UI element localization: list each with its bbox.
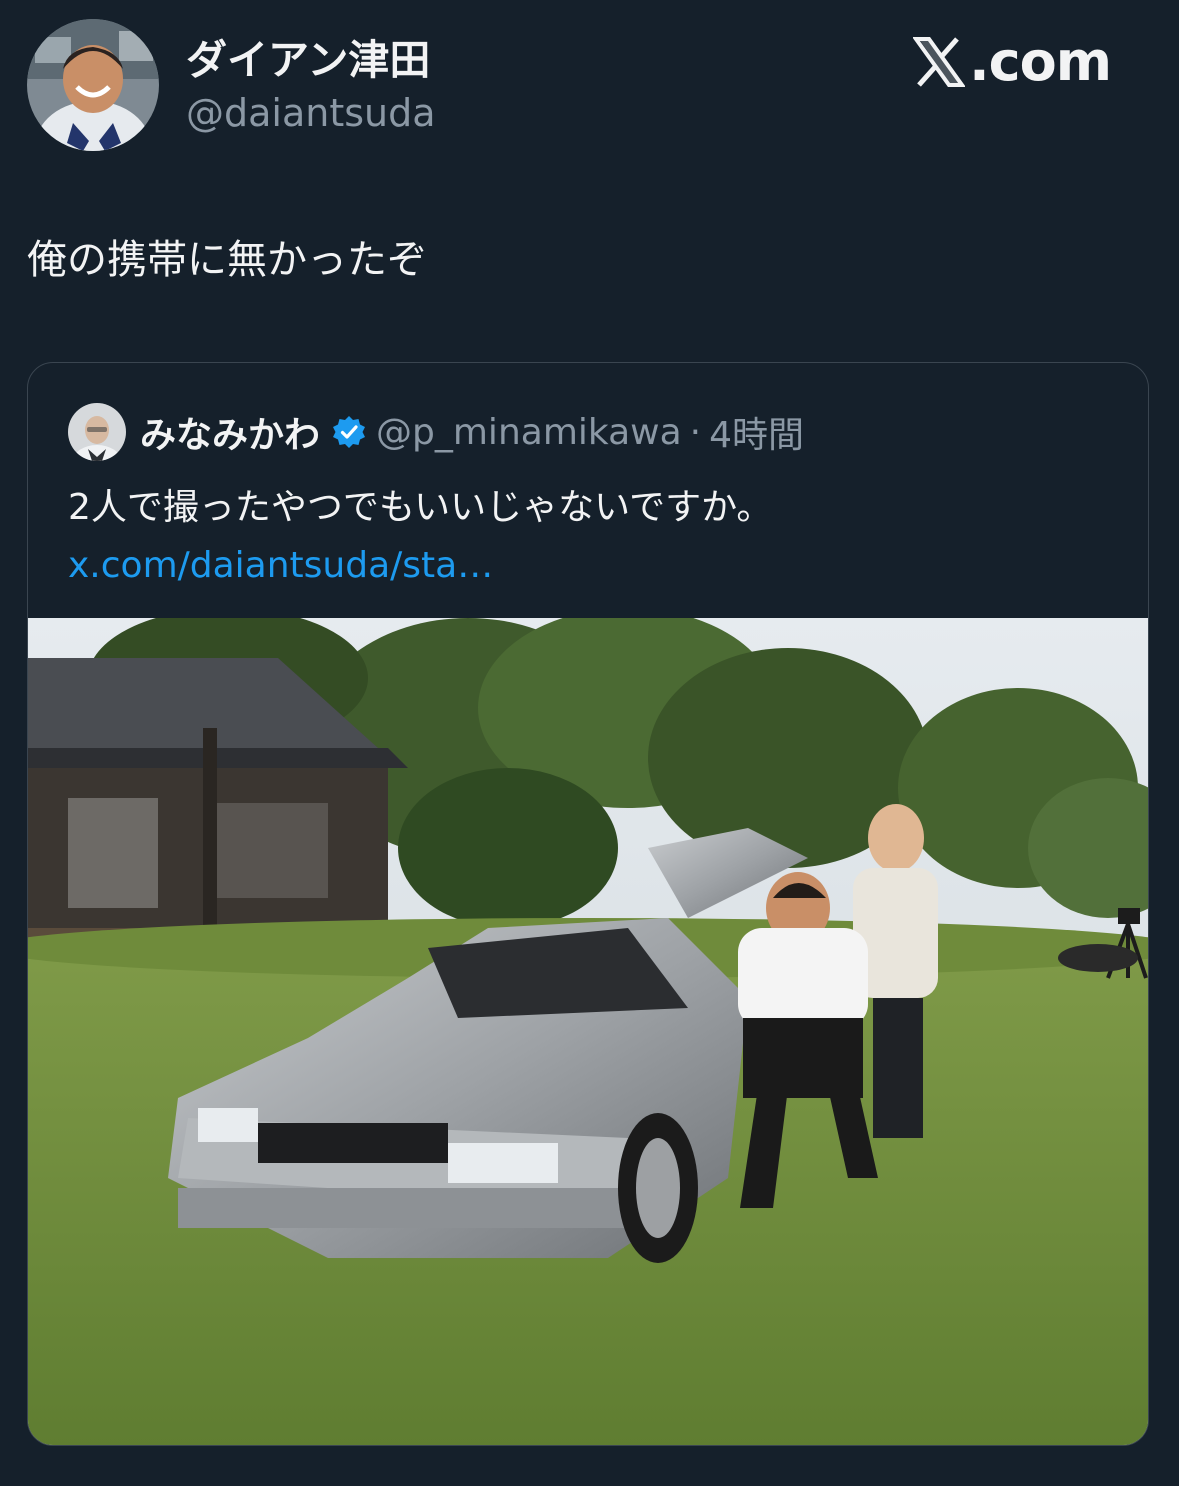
author-avatar[interactable] [27,19,159,151]
quoted-tweet-link[interactable]: x.com/daiantsuda/sta… [68,545,493,586]
meta-separator: · [689,411,702,453]
author-display-name[interactable]: ダイアン津田 [186,36,430,84]
tweet-text: 俺の携帯に無かったぞ [27,237,427,283]
brand-domain: .com [969,30,1112,93]
x-logo-icon [913,36,966,87]
quoted-author-avatar[interactable] [68,403,126,461]
quoted-tweet-photo[interactable] [28,618,1149,1446]
quoted-author-name[interactable]: みなみかわ [140,406,320,458]
author-handle[interactable]: @daiantsuda [186,90,436,136]
quoted-author-handle[interactable]: @p_minamikawa [376,412,682,453]
quoted-tweet-header: みなみかわ @p_minamikawa · 4時間 [68,401,804,463]
quoted-tweet-card[interactable]: みなみかわ @p_minamikawa · 4時間 2人で撮ったやつでもいいじゃ… [27,362,1149,1446]
quoted-tweet-body: 2人で撮ったやつでもいいじゃないですか。 [68,487,773,528]
verified-badge-icon [332,415,366,449]
quoted-timestamp[interactable]: 4時間 [709,406,804,458]
quoted-tweet-text: 2人で撮ったやつでもいいじゃないですか。 x.com/daiantsuda/st… [68,479,1108,595]
x-brand-logo: .com [913,30,1112,93]
